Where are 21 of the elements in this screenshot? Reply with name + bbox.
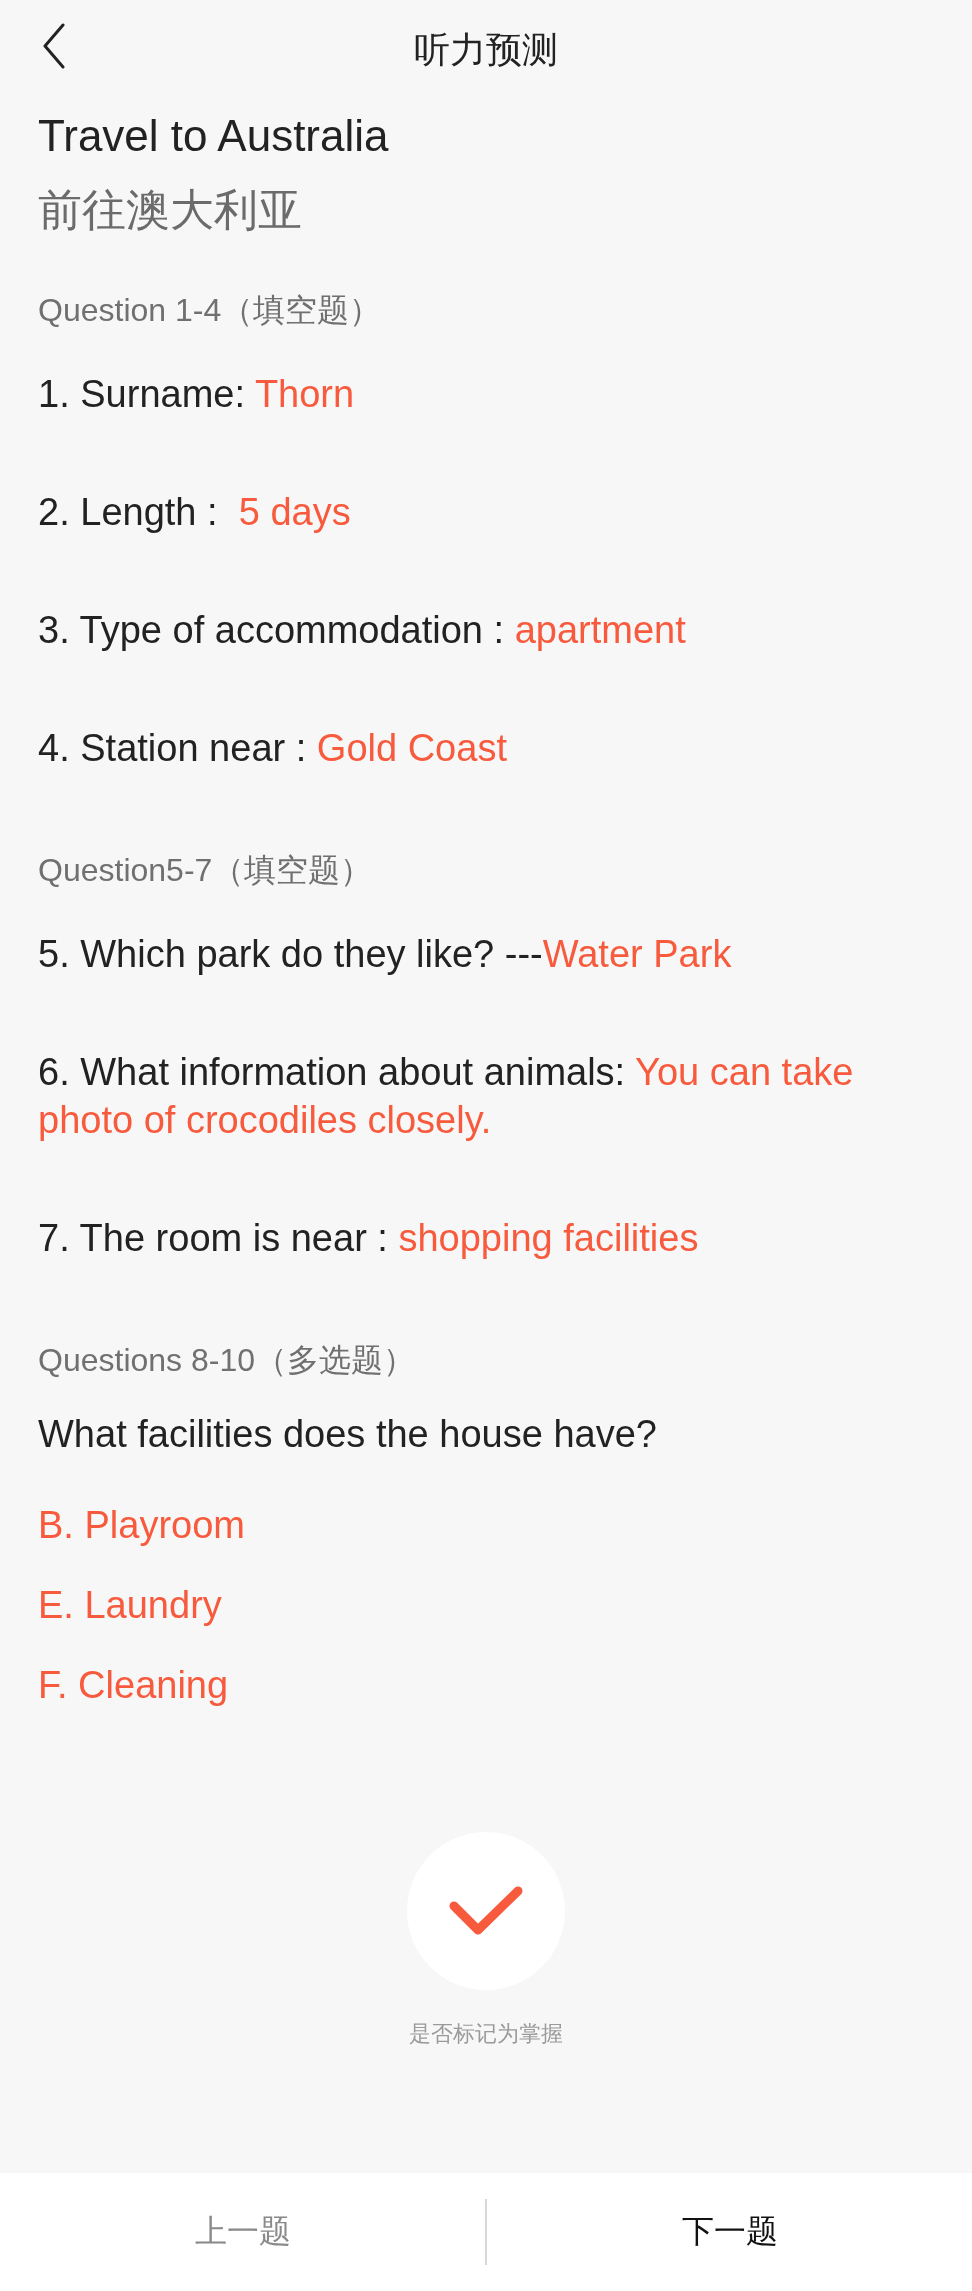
question-item: 3. Type of accommodation : apartment bbox=[38, 608, 687, 653]
answer-option: F. Cleaning bbox=[38, 1661, 229, 1709]
lesson-title: Travel to Australia bbox=[38, 110, 389, 162]
lesson-subtitle: 前往澳大利亚 bbox=[38, 184, 302, 236]
question-item: 4. Station near : Gold Coast bbox=[38, 726, 508, 771]
question-text: What facilities does the house have? bbox=[38, 1412, 657, 1457]
answer-option: B. Playroom bbox=[38, 1501, 245, 1549]
question-item: 6. What information about animals: You can take photo of crocodiles closely. bbox=[38, 1050, 855, 1143]
check-icon bbox=[449, 1885, 523, 1937]
mark-label: 是否标记为掌握 bbox=[409, 2020, 563, 2048]
back-icon bbox=[42, 23, 66, 69]
next-button[interactable]: 下一题 bbox=[487, 2173, 972, 2291]
section-label: Question5-7（填空题） bbox=[38, 851, 373, 890]
question-item: 7. The room is near : shopping facilities bbox=[38, 1216, 700, 1261]
page-title: 听力预测 bbox=[414, 27, 558, 72]
answer-option: E. Laundry bbox=[38, 1581, 222, 1629]
question-item: 2. Length : 5 days bbox=[38, 490, 352, 535]
section-label: Question 1-4（填空题） bbox=[38, 291, 382, 330]
question-item: 5. Which park do they like? ---Water Park bbox=[38, 932, 733, 977]
question-item: 1. Surname: Thorn bbox=[38, 372, 356, 417]
section-label: Questions 8-10（多选题） bbox=[38, 1341, 415, 1380]
